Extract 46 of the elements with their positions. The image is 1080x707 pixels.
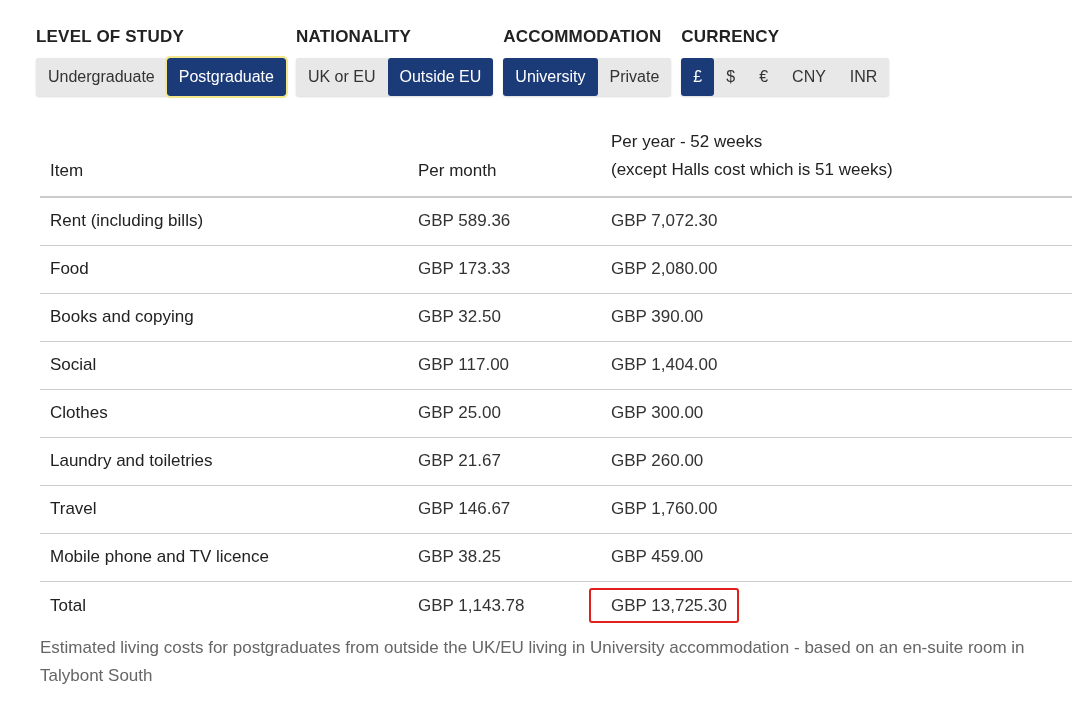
table-cell-text: GBP 32.50 bbox=[417, 306, 502, 329]
table-cell-text: GBP 117.00 bbox=[417, 354, 511, 377]
filter-label: NATIONALITY bbox=[295, 26, 413, 48]
table-cell-text: Travel bbox=[49, 498, 98, 521]
table-cell-text: Food bbox=[49, 258, 90, 281]
column-header: Per month bbox=[417, 160, 498, 182]
table-caption: Estimated living costs for postgraduates from outside the UK/EU living in University accommodation - based on an en-suite room in Talybont South bbox=[40, 636, 1026, 687]
table-cell-text: Social bbox=[49, 354, 98, 377]
table-cell-text: GBP 2,080.00 bbox=[610, 258, 718, 281]
filter-label: CURRENCY bbox=[681, 26, 781, 48]
table-cell-text: GBP 1,404.00 bbox=[610, 354, 718, 377]
table-cell-text: GBP 390.00 bbox=[610, 306, 704, 329]
table-cell: GBP 13,725.30 bbox=[589, 587, 739, 624]
table-cell-text: Rent (including bills) bbox=[49, 210, 205, 233]
toggle-option[interactable]: $ bbox=[714, 57, 748, 96]
table-cell-text: GBP 300.00 bbox=[610, 402, 704, 425]
table-cell-text: GBP 21.67 bbox=[417, 450, 502, 473]
table-cell-text: GBP 173.33 bbox=[417, 258, 512, 281]
table-cell-text: Books and copying bbox=[49, 306, 195, 329]
table-cell-text: GBP 38.25 bbox=[417, 546, 502, 569]
filter-label: LEVEL OF STUDY bbox=[36, 26, 185, 48]
table-cell-text: GBP 146.67 bbox=[417, 498, 512, 521]
toggle-option[interactable]: Postgraduate bbox=[166, 57, 286, 96]
column-header: Per year - 52 weeks (except Halls cost which is 51 weeks) bbox=[610, 130, 893, 181]
toggle-option[interactable]: Undergraduate bbox=[36, 57, 167, 96]
toggle-option[interactable]: University bbox=[503, 57, 598, 96]
table-cell-text: GBP 25.00 bbox=[417, 402, 502, 425]
toggle-option[interactable]: CNY bbox=[780, 57, 838, 96]
toggle-option[interactable]: Outside EU bbox=[387, 57, 494, 96]
table-cell-text: GBP 7,072.30 bbox=[610, 210, 718, 233]
filter-label: ACCOMMODATION bbox=[503, 26, 663, 48]
table-cell-text: Laundry and toiletries bbox=[49, 450, 214, 473]
toggle-option[interactable]: Private bbox=[597, 57, 672, 96]
toggle-option[interactable]: € bbox=[747, 57, 781, 96]
toggle-option[interactable]: INR bbox=[837, 57, 890, 96]
table-cell-text: Total bbox=[49, 594, 87, 617]
table-cell-text: GBP 260.00 bbox=[610, 450, 704, 473]
table-cell-text: Mobile phone and TV licence bbox=[49, 546, 270, 569]
toggle-option[interactable]: £ bbox=[681, 57, 715, 96]
table-cell-text: GBP 1,760.00 bbox=[610, 498, 718, 521]
table-cell-text: GBP 1,143.78 bbox=[417, 594, 526, 617]
table-cell-text: GBP 459.00 bbox=[610, 546, 704, 569]
table-cell-text: GBP 589.36 bbox=[417, 210, 512, 233]
column-header: Item bbox=[49, 160, 85, 182]
toggle-option[interactable]: UK or EU bbox=[295, 57, 388, 96]
table-cell-text: Clothes bbox=[49, 402, 109, 425]
